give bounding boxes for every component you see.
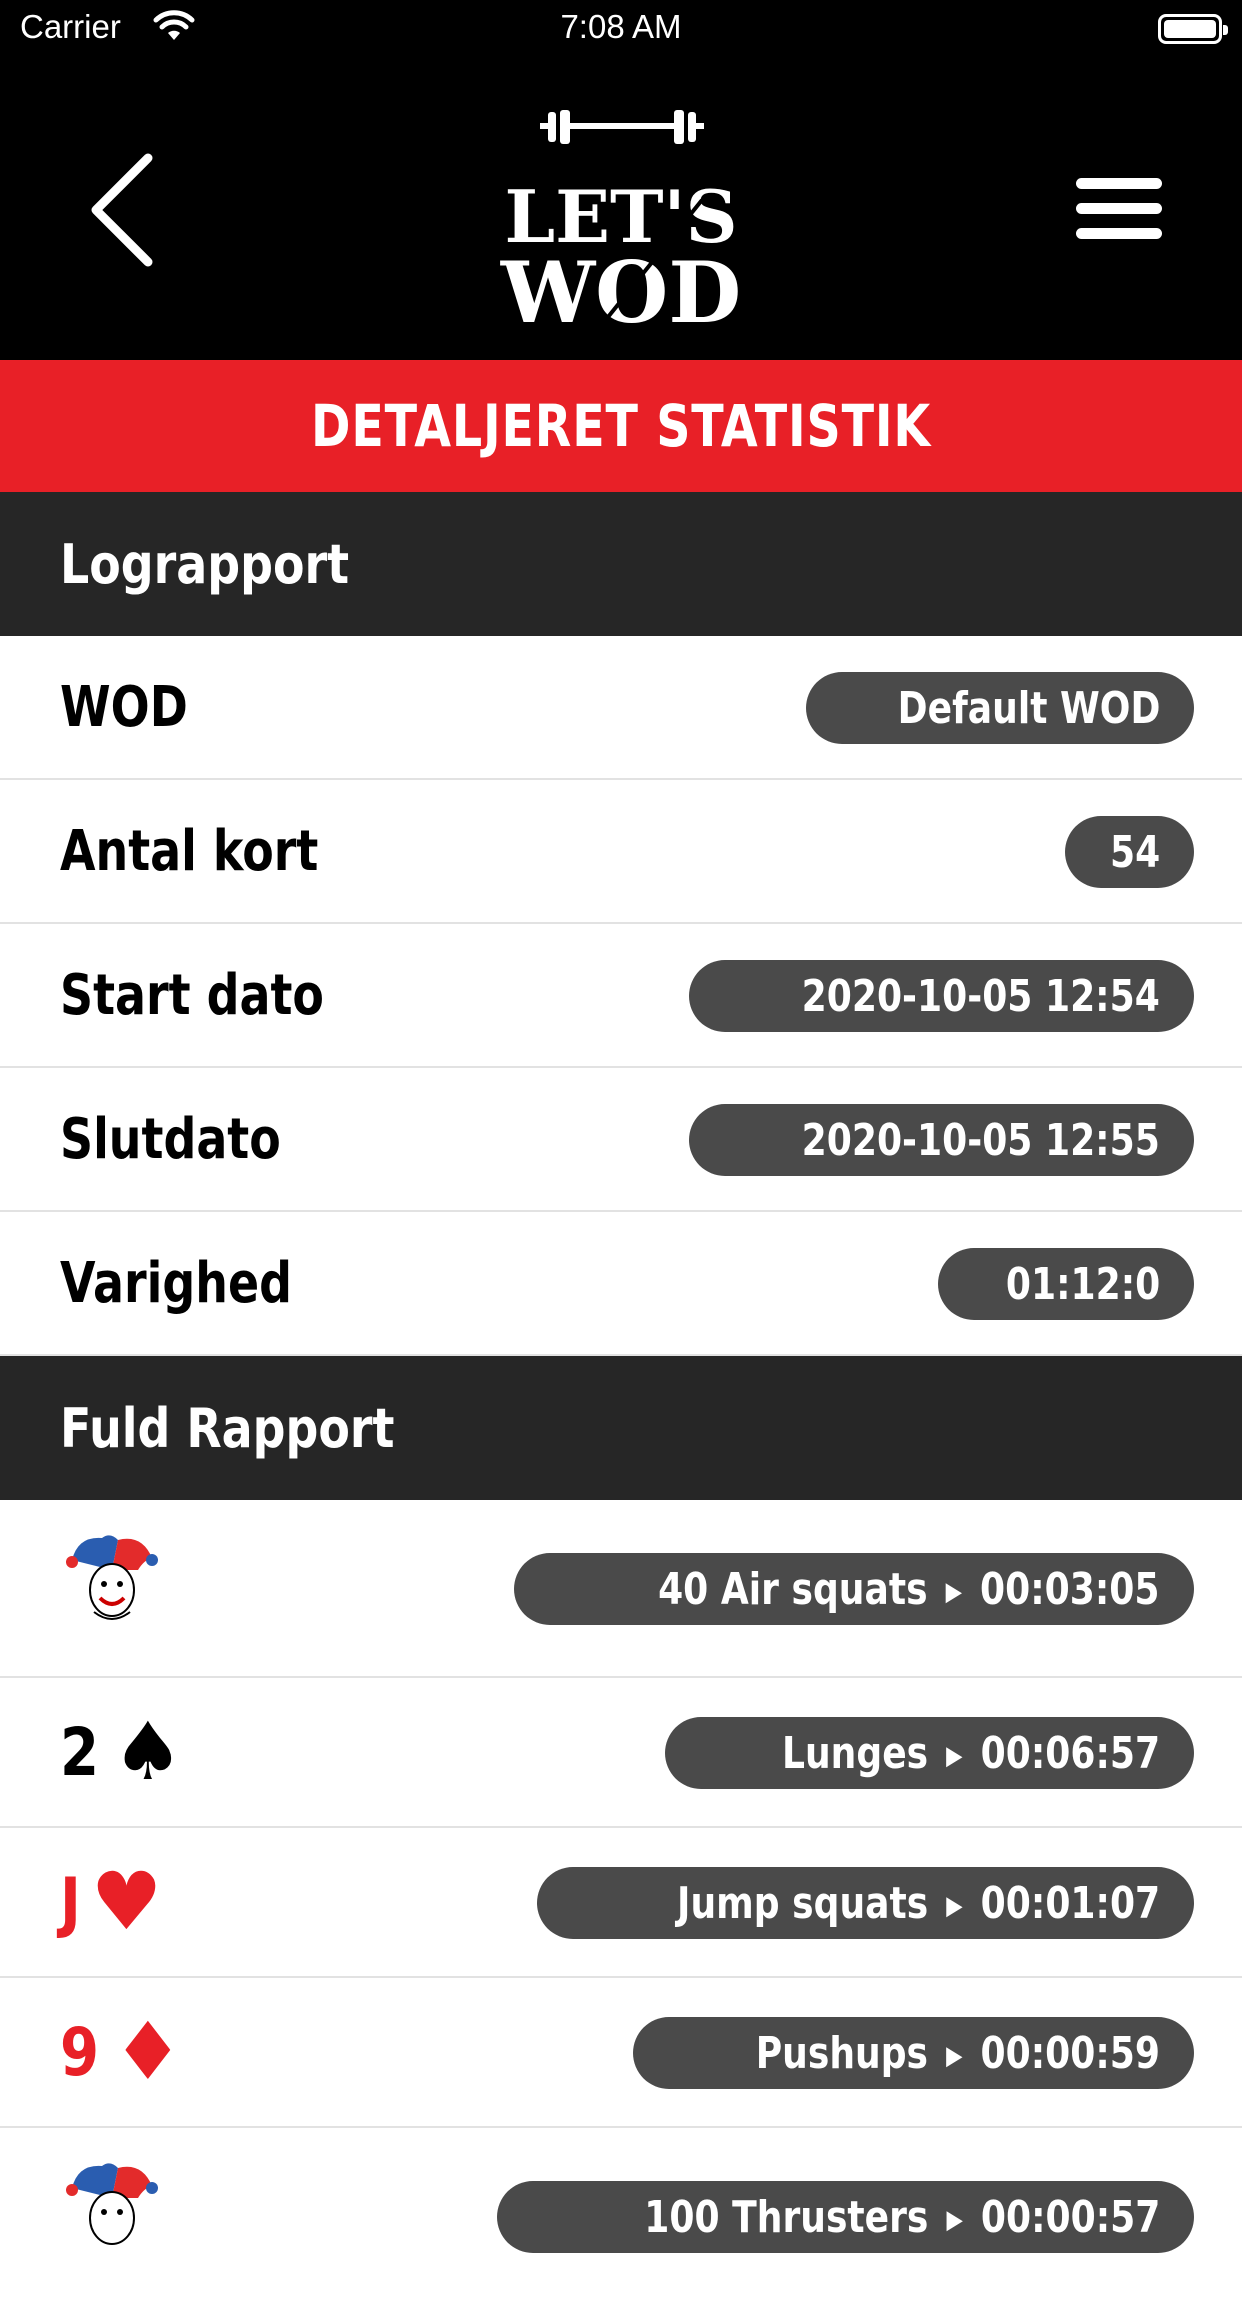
log-row-start-dato: Start dato 2020-10-05 12:54 <box>0 924 1242 1068</box>
row-label: Start dato <box>60 962 324 1028</box>
svg-text:WOD: WOD <box>500 243 741 334</box>
row-label: WOD <box>60 674 188 740</box>
back-arrow-icon[interactable] <box>86 150 166 270</box>
card-label: 9 ♦ <box>60 1978 184 2126</box>
page-title: DETALJERET STATISTIK <box>0 360 1242 492</box>
log-row-wod: WOD Default WOD <box>0 636 1242 780</box>
battery-icon <box>1158 14 1228 44</box>
status-bar: Carrier 7:08 AM <box>0 0 1242 62</box>
value-badge: 01:12:0 <box>937 1248 1194 1320</box>
exercise-badge: Jump squats ▶ 00:01:07 <box>536 1867 1194 1939</box>
card-label: J ♥ <box>60 1828 162 1976</box>
exercise-name: 40 Air squats <box>658 1563 929 1615</box>
row-label: Slutdato <box>60 1106 281 1172</box>
exercise-time: 00:00:57 <box>980 2191 1160 2243</box>
report-row[interactable]: 9 ♦ Pushups ▶ 00:00:59 <box>0 1978 1242 2128</box>
card-label: 2 ♠ <box>60 1678 184 1826</box>
exercise-time: 00:06:57 <box>980 1727 1160 1779</box>
card-rank: 9 <box>60 2013 100 2091</box>
log-row-antal-kort: Antal kort 54 <box>0 780 1242 924</box>
app-header: LET'S WOD <box>0 62 1242 360</box>
section-header-lograpport: Lograpport <box>0 492 1242 636</box>
exercise-name: Jump squats <box>676 1877 929 1929</box>
section-header-fuld-rapport: Fuld Rapport <box>0 1356 1242 1500</box>
hamburger-menu-icon[interactable] <box>1074 176 1164 242</box>
exercise-time: 00:03:05 <box>980 1563 1160 1615</box>
row-label: Varighed <box>60 1250 292 1316</box>
lets-wod-logo: LET'S WOD <box>490 82 752 342</box>
diamond-suit-icon: ♦ <box>111 2005 184 2098</box>
barbell-icon <box>540 110 704 144</box>
joker-card-icon <box>66 2163 158 2245</box>
card-rank: 2 <box>60 1713 100 1791</box>
play-arrow-icon: ▶ <box>946 1890 963 1921</box>
play-arrow-icon: ▶ <box>946 2040 963 2071</box>
value-badge: 2020-10-05 12:55 <box>689 1104 1194 1176</box>
exercise-time: 00:01:07 <box>980 1877 1160 1929</box>
log-row-varighed: Varighed 01:12:0 <box>0 1212 1242 1356</box>
exercise-badge: 40 Air squats ▶ 00:03:05 <box>514 1553 1194 1625</box>
joker-card-icon <box>66 1535 158 1620</box>
clock: 7:08 AM <box>560 8 682 45</box>
report-row[interactable]: 100 Thrusters ▶ 00:00:57 <box>0 2128 1242 2306</box>
value-badge: 2020-10-05 12:54 <box>689 960 1194 1032</box>
exercise-badge: 100 Thrusters ▶ 00:00:57 <box>496 2181 1194 2253</box>
report-row[interactable]: J ♥ Jump squats ▶ 00:01:07 <box>0 1828 1242 1978</box>
exercise-time: 00:00:59 <box>980 2027 1160 2079</box>
play-arrow-icon: ▶ <box>946 2204 963 2235</box>
exercise-badge: Pushups ▶ 00:00:59 <box>633 2017 1194 2089</box>
report-row[interactable]: 2 ♠ Lunges ▶ 00:06:57 <box>0 1678 1242 1828</box>
value-badge: 54 <box>1064 816 1194 888</box>
report-row[interactable]: 40 Air squats ▶ 00:03:05 <box>0 1500 1242 1678</box>
log-row-slutdato: Slutdato 2020-10-05 12:55 <box>0 1068 1242 1212</box>
spade-suit-icon: ♠ <box>111 1705 184 1798</box>
row-label: Antal kort <box>60 818 319 884</box>
heart-suit-icon: ♥ <box>90 1855 163 1948</box>
exercise-name: 100 Thrusters <box>643 2191 929 2243</box>
play-arrow-icon: ▶ <box>946 1740 963 1771</box>
play-arrow-icon: ▶ <box>946 1576 963 1607</box>
card-rank: J <box>60 1863 81 1941</box>
exercise-name: Pushups <box>755 2027 929 2079</box>
exercise-name: Lunges <box>781 1727 929 1779</box>
exercise-badge: Lunges ▶ 00:06:57 <box>664 1717 1194 1789</box>
value-badge: Default WOD <box>805 672 1194 744</box>
